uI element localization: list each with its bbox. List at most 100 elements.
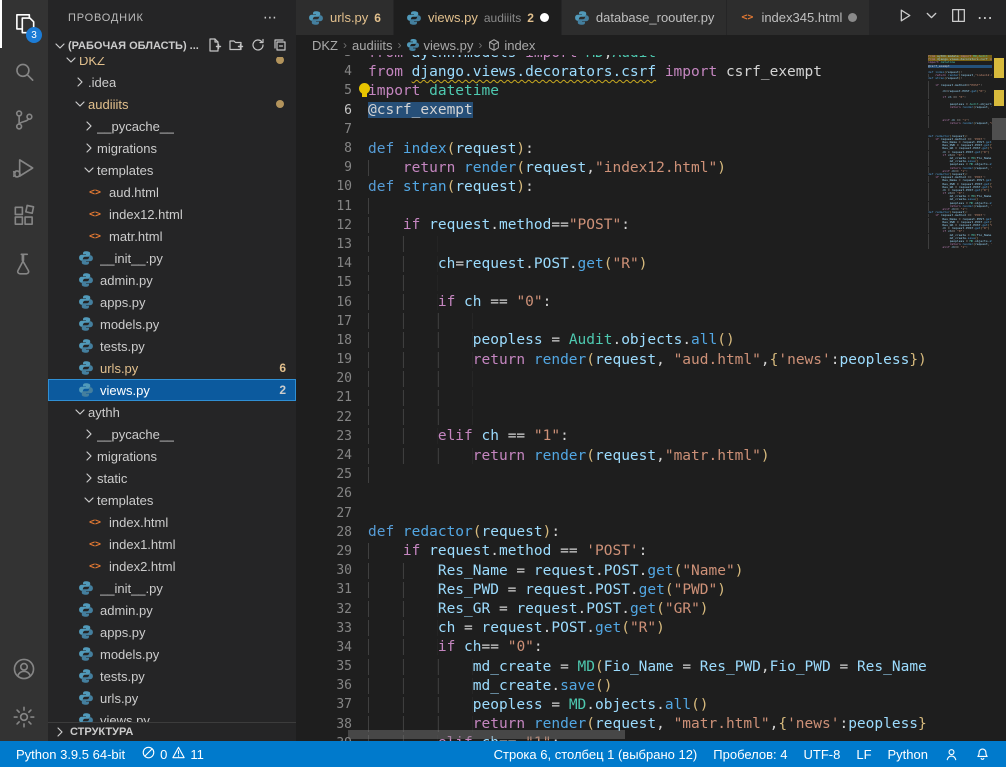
code-line[interactable]: 19 return render(request, "aud.html",{'n…	[296, 350, 928, 369]
code-line[interactable]: 11	[296, 197, 928, 216]
tree-item-index1-html[interactable]: <>index1.html	[48, 533, 296, 555]
activity-extensions[interactable]	[0, 192, 48, 240]
code-line[interactable]: 5import datetime	[296, 81, 928, 100]
code-line[interactable]: 16 if ch == "0":	[296, 292, 928, 311]
code-line[interactable]: 4from django.views.decorators.csrf impor…	[296, 62, 928, 81]
code-line[interactable]: 15	[296, 273, 928, 292]
problems-status[interactable]: 011	[133, 741, 212, 767]
code-line[interactable]: 9 return render(request,"index12.html")	[296, 158, 928, 177]
tab-database-roouter-py[interactable]: database_roouter.py	[562, 0, 728, 35]
activity-source-control[interactable]	[0, 96, 48, 144]
code-line[interactable]: 3from aythh.models import MD,Audit	[296, 55, 928, 62]
code-line[interactable]: 23 elif ch == "1":	[296, 427, 928, 446]
activity-search[interactable]	[0, 48, 48, 96]
run-icon[interactable]	[896, 7, 913, 29]
tree-item-audiiits[interactable]: audiiits	[48, 93, 296, 115]
breadcrumb-item[interactable]: DKZ	[312, 38, 338, 53]
code-line[interactable]: 32 Res_GR = request.POST.get("GR")	[296, 599, 928, 618]
collapse-all-icon[interactable]	[272, 37, 288, 56]
minimap[interactable]: from aythh.models import MD,Auditfrom dj…	[928, 55, 992, 741]
code-line[interactable]: 12 if request.method=="POST":	[296, 216, 928, 235]
code-line[interactable]: 21	[296, 388, 928, 407]
tree-item-DKZ[interactable]: DKZ	[48, 57, 296, 71]
tree-item--init-py[interactable]: __init__.py	[48, 247, 296, 269]
breadcrumb-item[interactable]: audiiits	[352, 38, 392, 53]
tree-item--pycache-[interactable]: __pycache__	[48, 115, 296, 137]
code-line[interactable]: 20	[296, 369, 928, 388]
code-area[interactable]: 3from aythh.models import MD,Audit4from …	[296, 55, 928, 741]
tree-item-matr-html[interactable]: <>matr.html	[48, 225, 296, 247]
tree-item-templates[interactable]: templates	[48, 489, 296, 511]
lightbulb-icon[interactable]	[358, 83, 371, 99]
tree-item-admin-py[interactable]: admin.py	[48, 269, 296, 291]
tree-item--idea[interactable]: .idea	[48, 71, 296, 93]
code-line[interactable]: 8def index(request):	[296, 139, 928, 158]
tree-item-admin-py[interactable]: admin.py	[48, 599, 296, 621]
more-actions[interactable]: ⋯	[977, 8, 994, 28]
tree-item-apps-py[interactable]: apps.py	[48, 291, 296, 313]
tree-item-models-py[interactable]: models.py	[48, 643, 296, 665]
tree-item-urls-py[interactable]: urls.py6	[48, 357, 296, 379]
tree-item-templates[interactable]: templates	[48, 159, 296, 181]
status-item[interactable]: Python 3.9.5 64-bit	[8, 741, 133, 767]
code-line[interactable]: 35 md_create = MD(Fio_Name = Res_PWD,Fio…	[296, 657, 928, 676]
tree-item-index12-html[interactable]: <>index12.html	[48, 203, 296, 225]
sidebar-more-button[interactable]: ⋯	[263, 9, 278, 26]
horizontal-scrollbar[interactable]	[348, 730, 625, 739]
tree-item-index2-html[interactable]: <>index2.html	[48, 555, 296, 577]
code-line[interactable]: 25	[296, 465, 928, 484]
activity-run-debug[interactable]	[0, 144, 48, 192]
code-line[interactable]: 28def redactor(request):	[296, 523, 928, 542]
tree-item-models-py[interactable]: models.py	[48, 313, 296, 335]
tab-urls-py[interactable]: urls.py6	[296, 0, 394, 35]
breadcrumb-item[interactable]: index	[504, 38, 535, 53]
tab-views-py[interactable]: views.pyaudiiits2	[394, 0, 562, 35]
code-line[interactable]: 27	[296, 504, 928, 523]
code-line[interactable]: 34 if ch== "0":	[296, 638, 928, 657]
code-line[interactable]: 7	[296, 120, 928, 139]
refresh-icon[interactable]	[250, 37, 266, 56]
tree-item-tests-py[interactable]: tests.py	[48, 665, 296, 687]
tree-item-aud-html[interactable]: <>aud.html	[48, 181, 296, 203]
feedback-icon[interactable]	[936, 741, 967, 767]
split-editor-icon[interactable]	[950, 7, 967, 29]
tree-item-migrations[interactable]: migrations	[48, 137, 296, 159]
code-line[interactable]: 6@csrf_exempt	[296, 101, 928, 120]
dirty-indicator[interactable]	[848, 13, 857, 22]
activity-settings[interactable]	[0, 693, 48, 741]
overview-ruler[interactable]	[992, 35, 1006, 741]
code-line[interactable]: 14 ch=request.POST.get("R")	[296, 254, 928, 273]
code-line[interactable]: 36 md_create.save()	[296, 676, 928, 695]
bell-icon[interactable]	[967, 741, 998, 767]
tree-item-urls-py[interactable]: urls.py	[48, 687, 296, 709]
status-item[interactable]: UTF-8	[796, 741, 849, 767]
status-item[interactable]: Python	[880, 741, 936, 767]
tree-item-views-py[interactable]: views.py2	[48, 379, 296, 401]
code-line[interactable]: 33 ch = request.POST.get("R")	[296, 619, 928, 638]
new-file-icon[interactable]	[206, 37, 222, 56]
tree-item-apps-py[interactable]: apps.py	[48, 621, 296, 643]
code-line[interactable]: 22	[296, 408, 928, 427]
activity-explorer[interactable]: 3	[0, 0, 48, 48]
dirty-indicator[interactable]	[540, 13, 549, 22]
activity-account[interactable]	[0, 645, 48, 693]
tab-index345-html[interactable]: <>index345.html	[727, 0, 870, 35]
tree-item--init-py[interactable]: __init__.py	[48, 577, 296, 599]
new-folder-icon[interactable]	[228, 37, 244, 56]
code-line[interactable]: 30 Res_Name = request.POST.get("Name")	[296, 561, 928, 580]
chevron-down-icon[interactable]	[923, 7, 940, 29]
code-line[interactable]: 18 peopless = Audit.objects.all()	[296, 331, 928, 350]
tree-item-index-html[interactable]: <>index.html	[48, 511, 296, 533]
activity-testing[interactable]	[0, 240, 48, 288]
code-line[interactable]: 13	[296, 235, 928, 254]
tree-item-tests-py[interactable]: tests.py	[48, 335, 296, 357]
tree-item-static[interactable]: static	[48, 467, 296, 489]
scrollbar-thumb[interactable]	[992, 118, 1006, 140]
status-item[interactable]: Строка 6, столбец 1 (выбрано 12)	[486, 741, 706, 767]
code-line[interactable]: 37 peopless = MD.objects.all()	[296, 695, 928, 714]
outline-section-header[interactable]: СТРУКТУРА	[48, 722, 296, 741]
workspace-section-header[interactable]: (РАБОЧАЯ ОБЛАСТЬ) ...	[48, 35, 296, 57]
code-line[interactable]: 31 Res_PWD = request.POST.get("PWD")	[296, 580, 928, 599]
status-item[interactable]: LF	[848, 741, 879, 767]
breadcrumb-item[interactable]: views.py	[423, 38, 473, 53]
